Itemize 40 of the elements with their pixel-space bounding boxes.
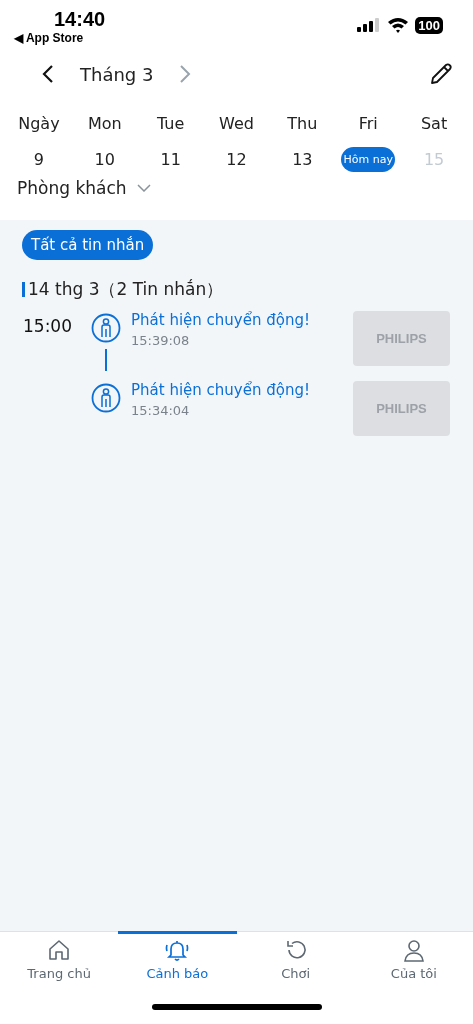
tab-bar-item[interactable]: Của tôi bbox=[354, 931, 473, 990]
tab-bar-item[interactable]: Chơi bbox=[236, 931, 355, 990]
day-button[interactable]: 11 bbox=[158, 147, 183, 172]
motion-person-icon bbox=[91, 313, 121, 343]
edit-icon[interactable] bbox=[429, 62, 453, 86]
date-heading: 14 thg 3（2 Tin nhắn） bbox=[28, 278, 224, 301]
bell-icon bbox=[164, 938, 191, 962]
event-entry[interactable]: Phát hiện chuyển động! 15:34:04 bbox=[121, 381, 353, 418]
weekday-label: Fri bbox=[357, 114, 379, 133]
weekday-label: Mon bbox=[86, 114, 123, 133]
day-button: 15 bbox=[421, 147, 447, 172]
motion-person-icon bbox=[91, 383, 121, 413]
weekday-label: Tue bbox=[155, 114, 186, 133]
chevron-right-icon bbox=[179, 64, 192, 84]
day-button[interactable]: 10 bbox=[92, 147, 117, 172]
filter-chip[interactable]: Tất cả tin nhắn bbox=[22, 230, 154, 260]
signal-icon bbox=[357, 18, 382, 32]
room-dropdown[interactable]: Phòng khách bbox=[0, 178, 168, 198]
day-button[interactable]: Hôm nay bbox=[341, 147, 395, 172]
hour-label: 15:00 bbox=[23, 315, 73, 338]
day-button[interactable]: 12 bbox=[224, 147, 249, 172]
weekday-label: Sat bbox=[419, 114, 449, 133]
weekday-label: Wed bbox=[218, 114, 255, 133]
chevron-left-icon bbox=[42, 64, 54, 84]
back-to-app-link[interactable]: ◀ App Store bbox=[14, 30, 106, 46]
battery-indicator: 100 bbox=[415, 16, 443, 34]
day-button[interactable]: 9 bbox=[31, 147, 46, 172]
event-entry[interactable]: Phát hiện chuyển động! 15:39:08 bbox=[121, 311, 353, 348]
chevron-down-icon bbox=[136, 184, 151, 192]
weekday-label: Ngày bbox=[17, 114, 61, 133]
day-button[interactable]: 13 bbox=[290, 147, 315, 172]
wifi-icon bbox=[387, 17, 410, 33]
accent-bar bbox=[22, 282, 25, 297]
tab-bar-item[interactable]: Trang chủ bbox=[0, 931, 119, 990]
clock: 14:40 bbox=[53, 8, 106, 30]
home-icon bbox=[47, 938, 72, 962]
month-title: Tháng 3 bbox=[80, 63, 154, 85]
person-icon bbox=[401, 938, 426, 962]
weekday-label: Thu bbox=[286, 114, 319, 133]
timeline-connector bbox=[105, 349, 107, 371]
